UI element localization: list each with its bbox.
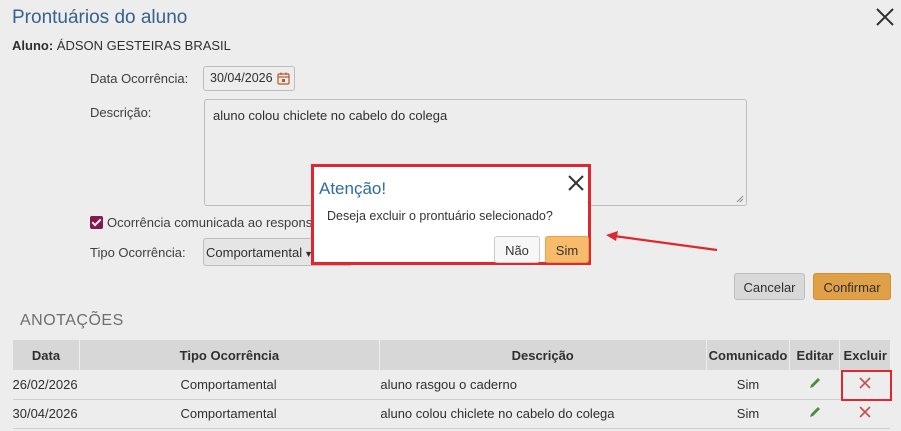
pencil-icon[interactable] bbox=[808, 376, 822, 390]
student-info: Aluno: ÁDSON GESTEIRAS BRASIL bbox=[12, 38, 231, 53]
yes-button[interactable]: Sim bbox=[545, 236, 589, 263]
dialog-message: Deseja excluir o prontuário selecionado? bbox=[327, 209, 553, 223]
date-label: Data Ocorrência: bbox=[90, 71, 189, 86]
resize-handle-icon[interactable] bbox=[736, 195, 744, 203]
modal-title: Prontuários do aluno bbox=[12, 7, 188, 28]
cell-date: 26/02/2026 bbox=[12, 370, 80, 400]
cell-date: 30/04/2026 bbox=[12, 399, 80, 429]
dialog-title: Atenção! bbox=[319, 179, 387, 198]
delete-x-icon[interactable] bbox=[858, 405, 872, 419]
annotations-title: ANOTAÇÕES bbox=[20, 312, 124, 329]
delete-cell bbox=[839, 399, 890, 429]
col-header-description: Descrição bbox=[378, 340, 706, 370]
date-value: 30/04/2026 bbox=[210, 71, 273, 85]
no-button[interactable]: Não bbox=[494, 236, 540, 263]
edit-cell bbox=[789, 399, 840, 429]
description-label: Descrição: bbox=[90, 105, 152, 120]
arrow-icon bbox=[606, 231, 718, 252]
cell-description: aluno colou chiclete no cabelo do colega bbox=[379, 399, 706, 429]
cell-type: Comportamental bbox=[79, 399, 380, 429]
col-header-delete: Excluir bbox=[839, 340, 890, 370]
excluir-highlight-box bbox=[841, 370, 892, 401]
student-name: ÁDSON GESTEIRAS BRASIL bbox=[56, 38, 231, 53]
close-icon[interactable] bbox=[567, 174, 585, 192]
table-row: 30/04/2026 Comportamental aluno colou ch… bbox=[12, 399, 890, 429]
calendar-icon[interactable] bbox=[277, 72, 290, 85]
edit-cell bbox=[789, 370, 840, 400]
cancel-button[interactable]: Cancelar bbox=[734, 273, 805, 300]
cell-communicated: Sim bbox=[706, 399, 790, 429]
description-value: aluno colou chiclete no cabelo do colega bbox=[213, 108, 448, 123]
close-icon[interactable] bbox=[872, 4, 898, 30]
table-row: 26/02/2026 Comportamental aluno rasgou o… bbox=[12, 370, 890, 400]
annotations-table: Data Tipo Ocorrência Descrição Comunicad… bbox=[12, 340, 890, 429]
student-label: Aluno: bbox=[12, 38, 54, 53]
communicated-checkbox[interactable] bbox=[90, 216, 103, 229]
col-header-date: Data bbox=[12, 340, 80, 370]
cell-type: Comportamental bbox=[79, 370, 380, 400]
date-field[interactable]: 30/04/2026 bbox=[203, 66, 295, 91]
cell-communicated: Sim bbox=[706, 370, 790, 400]
col-header-communicated: Comunicado bbox=[705, 340, 790, 370]
cell-description: aluno rasgou o caderno bbox=[379, 370, 706, 400]
confirm-button[interactable]: Confirmar bbox=[813, 273, 891, 300]
confirm-dialog: Atenção! Deseja excluir o prontuário sel… bbox=[311, 164, 591, 265]
col-header-edit: Editar bbox=[789, 340, 840, 370]
type-label: Tipo Ocorrência: bbox=[90, 245, 186, 260]
col-header-type: Tipo Ocorrência bbox=[78, 340, 380, 370]
type-value: Comportamental bbox=[206, 245, 303, 260]
communicated-checkbox-label: Ocorrência comunicada ao respons bbox=[107, 215, 313, 230]
pencil-icon[interactable] bbox=[808, 405, 822, 419]
